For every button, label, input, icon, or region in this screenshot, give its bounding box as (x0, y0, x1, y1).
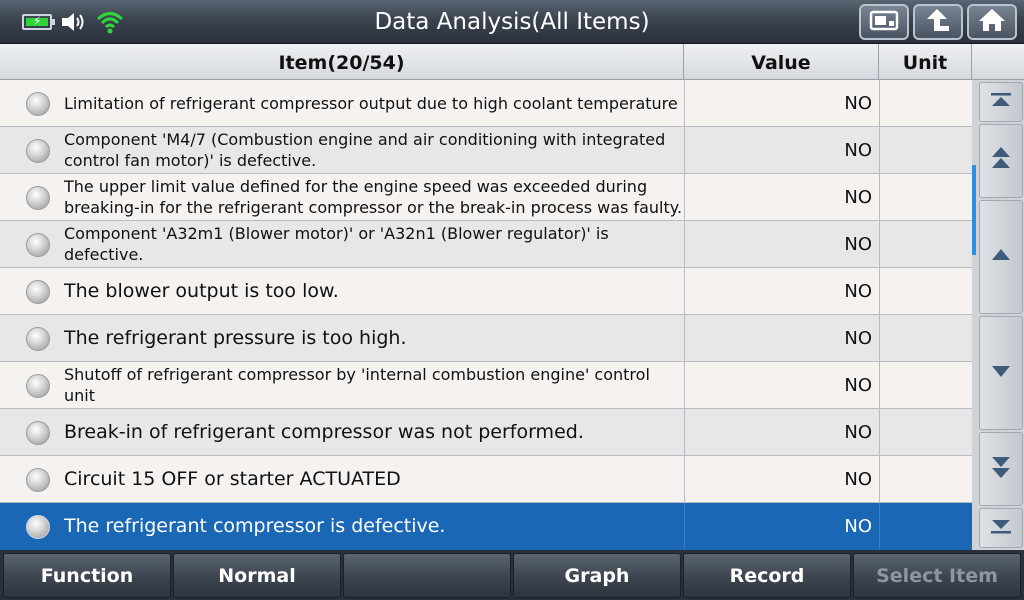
value-text: NO (684, 362, 879, 408)
item-text: The refrigerant pressure is too high. (64, 326, 407, 349)
screenshot-icon (869, 8, 899, 36)
table-row[interactable]: The refrigerant pressure is too high. NO (0, 315, 972, 362)
value-text: NO (684, 456, 879, 502)
unit-text (879, 80, 972, 126)
column-header-unit: Unit (879, 44, 972, 80)
value-text: NO (684, 127, 879, 173)
unit-text (879, 503, 972, 549)
double-chevron-down-icon (989, 453, 1013, 485)
chevron-up-icon (989, 245, 1013, 269)
item-text: The refrigerant compressor is defective. (64, 514, 446, 537)
table-row[interactable]: Component 'A32m1 (Blower motor)' or 'A32… (0, 221, 972, 268)
scroll-bottom-button[interactable] (979, 508, 1023, 548)
table-row[interactable]: The blower output is too low. NO (0, 268, 972, 315)
item-text: Break-in of refrigerant compressor was n… (64, 420, 584, 443)
item-text: Circuit 15 OFF or starter ACTUATED (64, 467, 401, 490)
unit-text (879, 315, 972, 361)
scroll-top-button[interactable] (979, 82, 1023, 122)
scroll-down-button[interactable] (979, 316, 1023, 430)
unit-text (879, 362, 972, 408)
screenshot-button[interactable] (859, 4, 909, 40)
value-text: NO (684, 221, 879, 267)
value-text: NO (684, 315, 879, 361)
unit-text (879, 221, 972, 267)
item-text: Shutoff of refrigerant compressor by 'in… (64, 365, 650, 405)
radio-icon[interactable] (26, 92, 50, 116)
select-item-button[interactable]: Select Item (853, 553, 1021, 598)
table-row[interactable]: Limitation of refrigerant compressor out… (0, 80, 972, 127)
back-arrow-icon (923, 7, 953, 37)
empty-button[interactable] (343, 553, 511, 598)
value-text: NO (684, 80, 879, 126)
bottom-toolbar: Function Normal Graph Record Select Item (0, 550, 1024, 600)
table-row[interactable]: Shutoff of refrigerant compressor by 'in… (0, 362, 972, 409)
radio-icon[interactable] (26, 468, 50, 492)
unit-text (879, 456, 972, 502)
unit-text (879, 268, 972, 314)
page-up-button[interactable] (979, 124, 1023, 198)
value-text: NO (684, 174, 879, 220)
item-text: Component 'M4/7 (Combustion engine and a… (64, 130, 666, 170)
item-text: The upper limit value defined for the en… (64, 177, 683, 217)
column-header-item: Item(20/54) (0, 44, 684, 80)
scroll-to-bottom-icon (989, 516, 1013, 540)
table-row[interactable]: Break-in of refrigerant compressor was n… (0, 409, 972, 456)
unit-text (879, 127, 972, 173)
table-header: Item(20/54) Value Unit (0, 44, 1024, 80)
table-row[interactable]: The upper limit value defined for the en… (0, 174, 972, 221)
record-button[interactable]: Record (683, 553, 851, 598)
radio-icon[interactable] (26, 233, 50, 257)
graph-button[interactable]: Graph (513, 553, 681, 598)
chevron-down-icon (989, 361, 1013, 385)
title-bar: ⚡ Data Analysis(All Items) (0, 0, 1024, 44)
radio-icon[interactable] (26, 327, 50, 351)
radio-icon[interactable] (26, 139, 50, 163)
home-icon (977, 7, 1007, 37)
radio-icon[interactable] (26, 374, 50, 398)
back-button[interactable] (913, 4, 963, 40)
scroll-indicator[interactable] (972, 165, 976, 255)
unit-text (879, 409, 972, 455)
value-text: NO (684, 268, 879, 314)
item-text: The blower output is too low. (64, 279, 339, 302)
value-text: NO (684, 409, 879, 455)
data-list: Limitation of refrigerant compressor out… (0, 80, 972, 550)
item-text: Limitation of refrigerant compressor out… (64, 93, 678, 113)
home-button[interactable] (967, 4, 1017, 40)
page-down-button[interactable] (979, 432, 1023, 506)
scroll-up-button[interactable] (979, 200, 1023, 314)
item-text: Component 'A32m1 (Blower motor)' or 'A32… (64, 224, 609, 264)
column-header-value: Value (684, 44, 879, 80)
radio-icon[interactable] (26, 515, 50, 539)
unit-text (879, 174, 972, 220)
column-header-blank (972, 44, 1024, 80)
table-row-selected[interactable]: The refrigerant compressor is defective.… (0, 503, 972, 550)
radio-icon[interactable] (26, 421, 50, 445)
radio-icon[interactable] (26, 280, 50, 304)
normal-button[interactable]: Normal (173, 553, 341, 598)
table-row[interactable]: Circuit 15 OFF or starter ACTUATED NO (0, 456, 972, 503)
double-chevron-up-icon (989, 145, 1013, 177)
function-button[interactable]: Function (3, 553, 171, 598)
radio-icon[interactable] (26, 186, 50, 210)
table-row[interactable]: Component 'M4/7 (Combustion engine and a… (0, 127, 972, 174)
value-text: NO (684, 503, 879, 549)
scroll-to-top-icon (989, 90, 1013, 114)
